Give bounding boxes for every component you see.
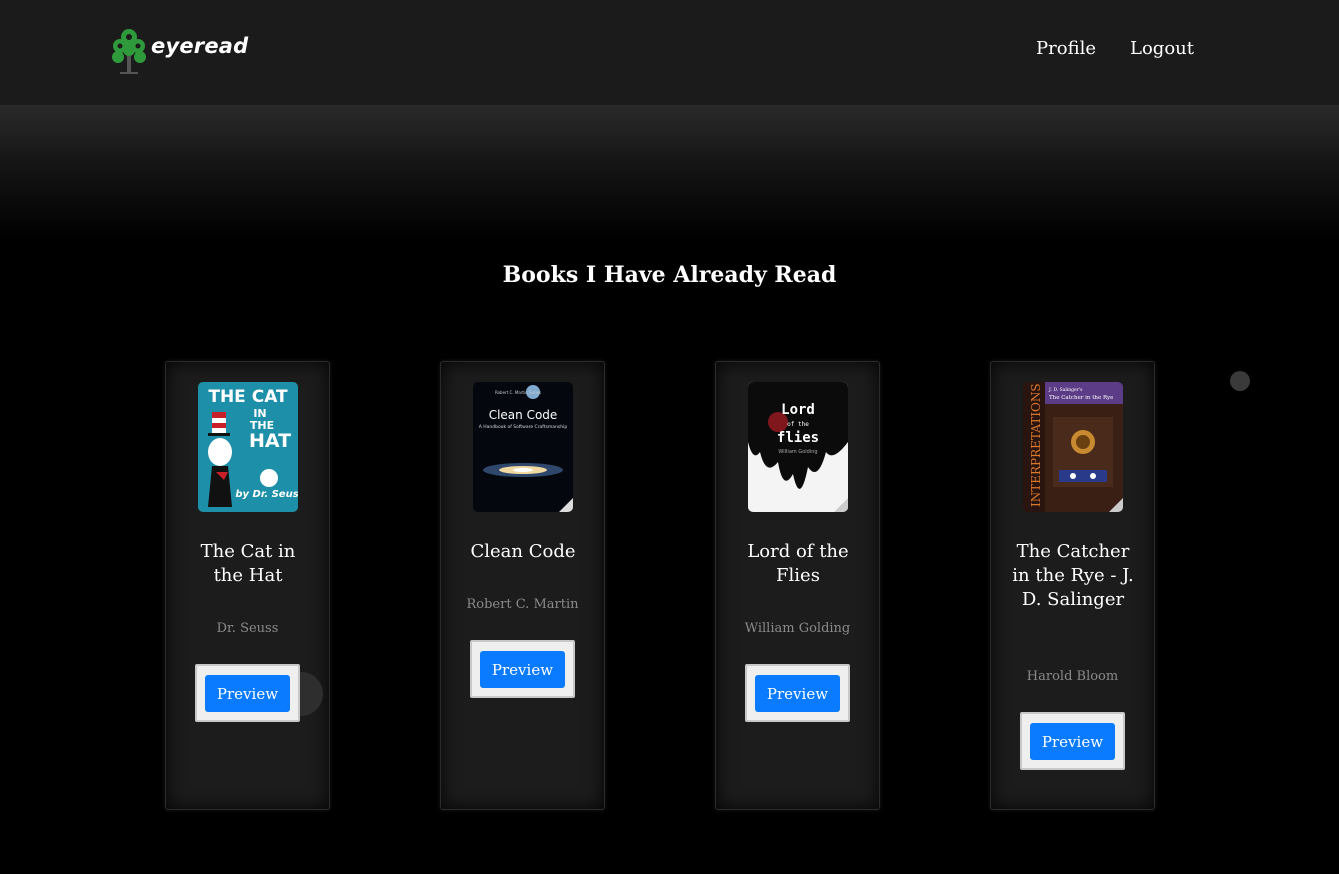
preview-frame: Preview	[1020, 712, 1125, 770]
cover-text: flies	[777, 430, 819, 446]
nav-profile-link[interactable]: Profile	[1036, 38, 1096, 59]
book-cover[interactable]: J. D. Salinger's The Catcher in the Rye …	[1023, 382, 1123, 512]
hero-banner	[0, 105, 1339, 240]
preview-button[interactable]: Preview	[205, 675, 290, 712]
cover-text: Lord	[781, 402, 815, 418]
book-cover[interactable]: THE CAT IN THE HAT by Dr. Seuss	[198, 382, 298, 512]
tree-icon	[112, 29, 146, 74]
nav-links: Profile Logout	[1036, 38, 1194, 59]
cover-text: Robert C. Martin Series	[495, 390, 541, 395]
preview-button[interactable]: Preview	[755, 675, 840, 712]
page-title: Books I Have Already Read	[502, 262, 837, 288]
book-author: Dr. Seuss	[216, 621, 279, 636]
book-title[interactable]: The Catcher in the Rye - J. D. Salinger	[1009, 540, 1137, 612]
cover-text: HAT	[249, 430, 291, 452]
book-cover[interactable]: Robert C. Martin Series Clean Code A Han…	[473, 382, 573, 512]
preview-button[interactable]: Preview	[1030, 723, 1115, 760]
carousel-dot[interactable]	[1230, 371, 1250, 391]
logo-text: eyeread	[151, 34, 249, 58]
cover-text: Clean Code	[489, 408, 558, 422]
book-cover[interactable]: Lord of the flies William Golding	[748, 382, 848, 512]
book-card: Robert C. Martin Series Clean Code A Han…	[440, 361, 605, 810]
preview-frame: Preview	[745, 664, 850, 722]
cover-text: A Handbook of Software Craftsmanship	[479, 424, 568, 430]
book-author: Harold Bloom	[1026, 669, 1119, 684]
nav-logout-link[interactable]: Logout	[1130, 38, 1194, 59]
cover-text: J. D. Salinger's	[1048, 387, 1083, 393]
preview-frame: Preview	[195, 664, 300, 722]
cover-text: by Dr. Seuss	[235, 489, 298, 500]
logo[interactable]: eyeread	[110, 28, 248, 74]
book-title[interactable]: Lord of the Flies	[734, 540, 862, 588]
navbar: eyeread Profile Logout	[0, 0, 1339, 105]
cover-text: William Golding	[778, 449, 817, 455]
book-author: Robert C. Martin	[466, 597, 579, 612]
cover-text: THE CAT	[208, 387, 288, 407]
book-card: J. D. Salinger's The Catcher in the Rye …	[990, 361, 1155, 810]
preview-button[interactable]: Preview	[480, 651, 565, 688]
preview-frame: Preview	[470, 640, 575, 698]
cover-text: The Catcher in the Rye	[1049, 395, 1113, 401]
cover-text: INTERPRETATIONS	[1029, 383, 1043, 507]
book-title[interactable]: Clean Code	[459, 540, 587, 564]
book-title[interactable]: The Cat in the Hat	[184, 540, 312, 588]
book-card: THE CAT IN THE HAT by Dr. Seuss The Cat …	[165, 361, 330, 810]
cover-text: of the	[787, 421, 809, 428]
book-card: Lord of the flies William Golding Lord o…	[715, 361, 880, 810]
book-author: William Golding	[744, 621, 851, 636]
